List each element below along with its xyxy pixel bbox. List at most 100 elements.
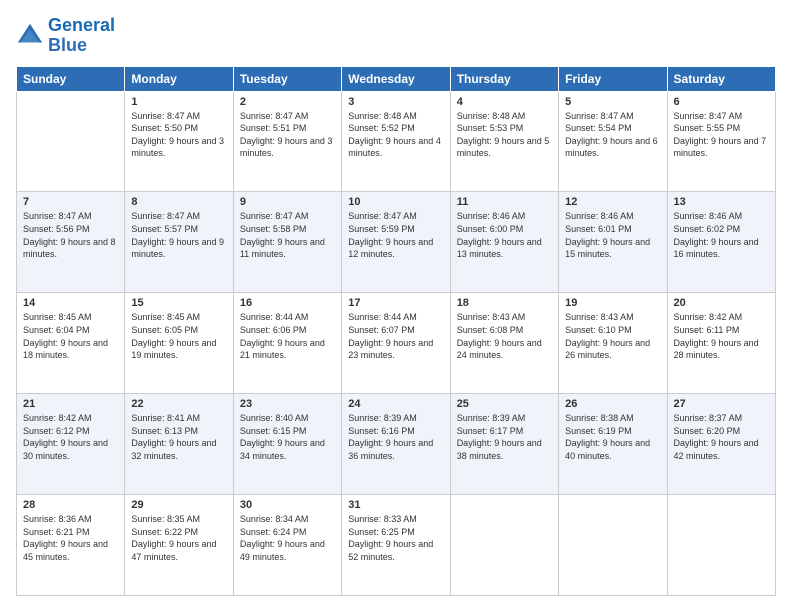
day-info: Sunrise: 8:43 AMSunset: 6:08 PMDaylight:… (457, 311, 552, 361)
day-cell: 9Sunrise: 8:47 AMSunset: 5:58 PMDaylight… (233, 192, 341, 293)
day-cell: 11Sunrise: 8:46 AMSunset: 6:00 PMDayligh… (450, 192, 558, 293)
day-cell: 22 Sunrise: 8:41 AMSunset: 6:13 PMDayligh… (125, 394, 233, 495)
day-cell: 26Sunrise: 8:38 AMSunset: 6:19 PMDayligh… (559, 394, 667, 495)
day-number: 19 (565, 297, 660, 309)
day-cell: 7 Sunrise: 8:47 AMSunset: 5:56 PMDaylight… (17, 192, 125, 293)
day-info: Sunrise: 8:48 AMSunset: 5:52 PMDaylight:… (348, 110, 443, 160)
header-cell-saturday: Saturday (667, 66, 775, 91)
day-info: Sunrise: 8:34 AMSunset: 6:24 PMDaylight:… (240, 513, 335, 563)
day-info: Sunrise: 8:47 AMSunset: 5:59 PMDaylight:… (348, 210, 443, 260)
day-number: 28 (23, 499, 118, 511)
day-cell (17, 91, 125, 192)
day-number: 7 (23, 196, 118, 208)
day-info: Sunrise: 8:48 AMSunset: 5:53 PMDaylight:… (457, 110, 552, 160)
day-info: Sunrise: 8:33 AMSunset: 6:25 PMDaylight:… (348, 513, 443, 563)
day-number: 26 (565, 398, 660, 410)
day-cell: 15Sunrise: 8:45 AMSunset: 6:05 PMDayligh… (125, 293, 233, 394)
day-info: Sunrise: 8:44 AMSunset: 6:06 PMDaylight:… (240, 311, 335, 361)
day-cell: 29 Sunrise: 8:35 AMSunset: 6:22 PMDayligh… (125, 495, 233, 596)
day-info: Sunrise: 8:47 AMSunset: 5:57 PMDaylight:… (131, 210, 226, 260)
day-info: Sunrise: 8:35 AMSunset: 6:22 PMDaylight:… (131, 513, 226, 563)
day-number: 3 (348, 96, 443, 108)
day-number: 13 (674, 196, 769, 208)
day-number: 31 (348, 499, 443, 511)
day-cell: 28 Sunrise: 8:36 AMSunset: 6:21 PMDayligh… (17, 495, 125, 596)
week-row-3: 21 Sunrise: 8:42 AMSunset: 6:12 PMDayligh… (17, 394, 776, 495)
day-cell: 6Sunrise: 8:47 AMSunset: 5:55 PMDaylight… (667, 91, 775, 192)
day-info: Sunrise: 8:45 AMSunset: 6:05 PMDaylight:… (131, 311, 226, 361)
day-info: Sunrise: 8:36 AMSunset: 6:21 PMDaylight:… (23, 513, 118, 563)
day-info: Sunrise: 8:47 AMSunset: 5:58 PMDaylight:… (240, 210, 335, 260)
day-info: Sunrise: 8:47 AMSunset: 5:50 PMDaylight:… (131, 110, 226, 160)
header-cell-sunday: Sunday (17, 66, 125, 91)
day-number: 29 (131, 499, 226, 511)
day-number: 30 (240, 499, 335, 511)
day-cell: 24 Sunrise: 8:39 AMSunset: 6:16 PMDayligh… (342, 394, 450, 495)
day-number: 23 (240, 398, 335, 410)
day-info: Sunrise: 8:47 AMSunset: 5:56 PMDaylight:… (23, 210, 118, 260)
day-number: 24 (348, 398, 443, 410)
day-info: Sunrise: 8:41 AMSunset: 6:13 PMDaylight:… (131, 412, 226, 462)
day-cell: 12 Sunrise: 8:46 AMSunset: 6:01 PMDayligh… (559, 192, 667, 293)
header: General Blue (16, 16, 776, 56)
day-cell: 21 Sunrise: 8:42 AMSunset: 6:12 PMDayligh… (17, 394, 125, 495)
day-info: Sunrise: 8:44 AMSunset: 6:07 PMDaylight:… (348, 311, 443, 361)
day-info: Sunrise: 8:47 AMSunset: 5:54 PMDaylight:… (565, 110, 660, 160)
day-info: Sunrise: 8:37 AMSunset: 6:20 PMDaylight:… (674, 412, 769, 462)
day-cell: 13 Sunrise: 8:46 AMSunset: 6:02 PMDayligh… (667, 192, 775, 293)
day-info: Sunrise: 8:46 AMSunset: 6:01 PMDaylight:… (565, 210, 660, 260)
day-number: 5 (565, 96, 660, 108)
day-cell: 25Sunrise: 8:39 AMSunset: 6:17 PMDayligh… (450, 394, 558, 495)
day-cell: 30 Sunrise: 8:34 AMSunset: 6:24 PMDayligh… (233, 495, 341, 596)
day-cell: 1 Sunrise: 8:47 AMSunset: 5:50 PMDaylight… (125, 91, 233, 192)
header-cell-monday: Monday (125, 66, 233, 91)
week-row-0: 1 Sunrise: 8:47 AMSunset: 5:50 PMDaylight… (17, 91, 776, 192)
day-cell: 20Sunrise: 8:42 AMSunset: 6:11 PMDayligh… (667, 293, 775, 394)
day-info: Sunrise: 8:39 AMSunset: 6:16 PMDaylight:… (348, 412, 443, 462)
week-row-1: 7 Sunrise: 8:47 AMSunset: 5:56 PMDaylight… (17, 192, 776, 293)
week-row-2: 14Sunrise: 8:45 AMSunset: 6:04 PMDayligh… (17, 293, 776, 394)
header-cell-thursday: Thursday (450, 66, 558, 91)
day-cell: 4 Sunrise: 8:48 AMSunset: 5:53 PMDaylight… (450, 91, 558, 192)
day-cell: 31 Sunrise: 8:33 AMSunset: 6:25 PMDayligh… (342, 495, 450, 596)
day-cell: 16 Sunrise: 8:44 AMSunset: 6:06 PMDayligh… (233, 293, 341, 394)
day-number: 10 (348, 196, 443, 208)
day-cell: 3 Sunrise: 8:48 AMSunset: 5:52 PMDaylight… (342, 91, 450, 192)
day-number: 21 (23, 398, 118, 410)
day-number: 12 (565, 196, 660, 208)
day-info: Sunrise: 8:42 AMSunset: 6:12 PMDaylight:… (23, 412, 118, 462)
day-info: Sunrise: 8:40 AMSunset: 6:15 PMDaylight:… (240, 412, 335, 462)
header-cell-tuesday: Tuesday (233, 66, 341, 91)
day-number: 8 (131, 196, 226, 208)
day-info: Sunrise: 8:42 AMSunset: 6:11 PMDaylight:… (674, 311, 769, 361)
day-cell: 10 Sunrise: 8:47 AMSunset: 5:59 PMDayligh… (342, 192, 450, 293)
calendar-header-row: SundayMondayTuesdayWednesdayThursdayFrid… (17, 66, 776, 91)
day-info: Sunrise: 8:47 AMSunset: 5:51 PMDaylight:… (240, 110, 335, 160)
day-cell: 23 Sunrise: 8:40 AMSunset: 6:15 PMDayligh… (233, 394, 341, 495)
day-number: 17 (348, 297, 443, 309)
day-number: 1 (131, 96, 226, 108)
day-number: 22 (131, 398, 226, 410)
calendar: SundayMondayTuesdayWednesdayThursdayFrid… (16, 66, 776, 596)
logo-icon (16, 22, 44, 50)
day-info: Sunrise: 8:45 AMSunset: 6:04 PMDaylight:… (23, 311, 118, 361)
logo-text: General Blue (48, 16, 115, 56)
day-cell (450, 495, 558, 596)
header-cell-wednesday: Wednesday (342, 66, 450, 91)
day-cell: 27Sunrise: 8:37 AMSunset: 6:20 PMDayligh… (667, 394, 775, 495)
day-cell: 5 Sunrise: 8:47 AMSunset: 5:54 PMDaylight… (559, 91, 667, 192)
day-info: Sunrise: 8:43 AMSunset: 6:10 PMDaylight:… (565, 311, 660, 361)
logo: General Blue (16, 16, 115, 56)
day-info: Sunrise: 8:47 AMSunset: 5:55 PMDaylight:… (674, 110, 769, 160)
day-cell: 19 Sunrise: 8:43 AMSunset: 6:10 PMDayligh… (559, 293, 667, 394)
week-row-4: 28 Sunrise: 8:36 AMSunset: 6:21 PMDayligh… (17, 495, 776, 596)
day-info: Sunrise: 8:46 AMSunset: 6:02 PMDaylight:… (674, 210, 769, 260)
page: General Blue SundayMondayTuesdayWednesda… (0, 0, 792, 612)
day-cell: 14Sunrise: 8:45 AMSunset: 6:04 PMDayligh… (17, 293, 125, 394)
day-number: 4 (457, 96, 552, 108)
header-cell-friday: Friday (559, 66, 667, 91)
day-number: 18 (457, 297, 552, 309)
day-number: 16 (240, 297, 335, 309)
day-cell: 18 Sunrise: 8:43 AMSunset: 6:08 PMDayligh… (450, 293, 558, 394)
day-number: 11 (457, 196, 552, 208)
